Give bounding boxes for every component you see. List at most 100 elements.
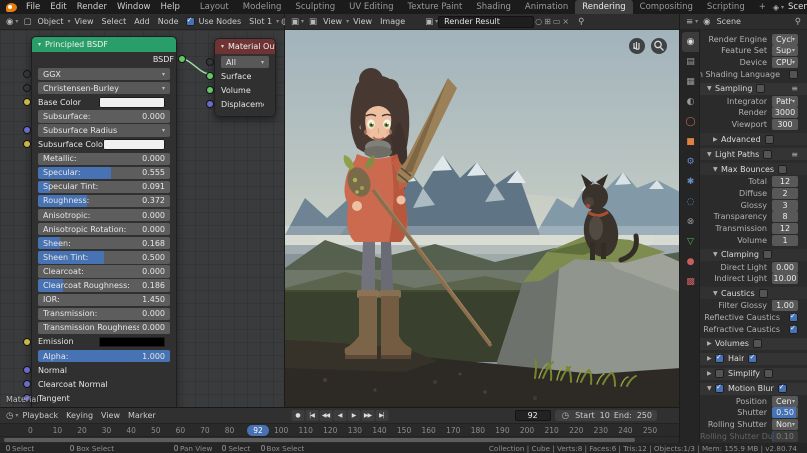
- property-value[interactable]: 0.00 ▾: [772, 262, 798, 273]
- tab-scene[interactable]: ◐: [682, 92, 699, 112]
- frame-start-field[interactable]: Start 10: [575, 411, 610, 420]
- tab-render[interactable]: ◉: [682, 32, 699, 52]
- tab-world[interactable]: ◯: [682, 112, 699, 132]
- property-row[interactable]: Reflective Caustics ▾: [700, 312, 807, 323]
- property-checkbox[interactable]: [778, 384, 787, 393]
- render-result-view[interactable]: [285, 30, 680, 407]
- property-row[interactable]: Direct Light 0.00 ▾: [700, 262, 807, 273]
- workspace-tab[interactable]: Shading: [469, 0, 518, 14]
- fake-user-icon[interactable]: ○: [534, 17, 543, 26]
- node-param-row[interactable]: Normal ▾: [38, 364, 170, 376]
- workspace-tab[interactable]: UV Editing: [342, 0, 400, 14]
- property-value[interactable]: 12 ▾: [772, 223, 798, 234]
- color-swatch[interactable]: [99, 97, 165, 108]
- workspace-tab[interactable]: Modeling: [236, 0, 289, 14]
- property-value[interactable]: 2 ▾: [772, 188, 798, 199]
- property-value[interactable]: 3000 ▾: [772, 107, 798, 118]
- property-value[interactable]: 0.10 ▾: [772, 431, 798, 442]
- input-socket[interactable]: [24, 85, 30, 91]
- property-checkbox[interactable]: [756, 84, 765, 93]
- tab-modifiers[interactable]: ⚙: [682, 152, 699, 172]
- property-checkbox[interactable]: [789, 325, 798, 334]
- property-row[interactable]: Viewport 300 ▾: [700, 119, 807, 130]
- workspace-tab[interactable]: Compositing: [633, 0, 700, 14]
- property-checkbox[interactable]: [763, 250, 772, 259]
- property-row[interactable]: Device CPU ▾: [700, 57, 807, 68]
- property-value[interactable]: Cycles ▾: [772, 34, 798, 45]
- property-row[interactable]: ▼ Motion Blur ▾: [700, 383, 807, 395]
- menu-item[interactable]: Playback: [18, 411, 62, 420]
- property-value[interactable]: 10.00 ▾: [772, 273, 798, 284]
- property-row[interactable]: Rolling Shutter Dur... 0.10 ▾: [700, 431, 807, 442]
- collapse-icon[interactable]: ▾: [221, 43, 224, 50]
- tab-constraints[interactable]: ⊗: [682, 212, 699, 232]
- workspace-tab[interactable]: Rendering: [575, 0, 632, 14]
- jump-to-start[interactable]: |◀: [305, 410, 318, 421]
- property-value[interactable]: 8 ▾: [772, 211, 798, 222]
- input-socket[interactable]: [207, 73, 213, 79]
- node-param-row[interactable]: Christensen-Burley ▾: [38, 82, 170, 94]
- property-value[interactable]: 1 ▾: [772, 235, 798, 246]
- color-swatch[interactable]: [103, 139, 165, 150]
- property-value[interactable]: 3 ▾: [772, 200, 798, 211]
- node-param-row[interactable]: Clearcoat Roughness: 0.186 ▾: [38, 279, 170, 291]
- menu-item[interactable]: View: [71, 17, 98, 26]
- property-row[interactable]: ▶ Simplify ▾: [700, 368, 807, 380]
- node-param-row[interactable]: All ▾: [221, 56, 269, 68]
- menu-item[interactable]: View: [349, 17, 376, 26]
- menu-item[interactable]: Keying: [62, 411, 97, 420]
- property-row[interactable]: Integrator Path Tracing ▾: [700, 96, 807, 107]
- property-row[interactable]: Refractive Caustics ▾: [700, 324, 807, 335]
- shader-type-dropdown[interactable]: Object: [33, 17, 67, 26]
- property-row[interactable]: Volume 1 ▾: [700, 235, 807, 246]
- tab-output[interactable]: ▤: [682, 52, 699, 72]
- use-nodes-checkbox[interactable]: [186, 17, 195, 26]
- disclosure-triangle-icon[interactable]: ▼: [707, 151, 715, 158]
- disclosure-triangle-icon[interactable]: ▶: [707, 340, 715, 347]
- menu-item[interactable]: Render: [72, 0, 112, 14]
- jump-to-end[interactable]: ▶|: [375, 410, 388, 421]
- property-checkbox[interactable]: [753, 339, 762, 348]
- node-param-row[interactable]: Displacement ▾: [221, 98, 269, 110]
- property-row[interactable]: Transparency 8 ▾: [700, 211, 807, 222]
- tab-texture[interactable]: ▩: [682, 272, 699, 292]
- property-value[interactable]: 12 ▾: [772, 176, 798, 187]
- menu-item[interactable]: View: [97, 411, 124, 420]
- property-checkbox[interactable]: [765, 135, 774, 144]
- property-row[interactable]: Open Shading Language ▾: [700, 69, 807, 80]
- property-checkbox[interactable]: [748, 354, 757, 363]
- input-socket[interactable]: [24, 339, 30, 345]
- menu-item[interactable]: Marker: [124, 411, 160, 420]
- node-param-row[interactable]: Clearcoat Normal ▾: [38, 378, 170, 390]
- section-checkbox[interactable]: [715, 354, 724, 363]
- scrollbar-thumb[interactable]: [4, 438, 635, 442]
- workspace-tab[interactable]: Animation: [518, 0, 575, 14]
- property-row[interactable]: ▼ Light Paths ▾ ≡: [700, 148, 807, 160]
- pin-icon[interactable]: ⚲: [576, 17, 586, 27]
- tab-view-layer[interactable]: ▦: [682, 72, 699, 92]
- disclosure-triangle-icon[interactable]: ▼: [707, 85, 715, 92]
- node-param-row[interactable]: GGX ▾: [38, 68, 170, 80]
- blender-logo-icon[interactable]: [6, 3, 17, 12]
- workspace-tab[interactable]: +: [752, 0, 773, 14]
- property-row[interactable]: Transmission 12 ▾: [700, 223, 807, 234]
- input-socket[interactable]: [207, 87, 213, 93]
- input-socket[interactable]: [24, 141, 30, 147]
- property-row[interactable]: Indirect Light 10.00 ▾: [700, 273, 807, 284]
- node-param-row[interactable]: Subsurface Radius ▾: [38, 124, 170, 136]
- pin-icon[interactable]: ⚲: [793, 17, 803, 27]
- workspace-tab[interactable]: Scripting: [700, 0, 752, 14]
- property-checkbox[interactable]: [789, 313, 798, 322]
- color-swatch[interactable]: [99, 337, 165, 348]
- material-output-node[interactable]: ▾ Material Output All ▾ Surface: [214, 38, 276, 117]
- property-value[interactable]: CPU ▾: [772, 57, 798, 68]
- presets-menu-icon[interactable]: ≡: [791, 84, 798, 93]
- mode-dropdown[interactable]: View: [319, 17, 346, 26]
- current-frame-field[interactable]: 92: [515, 410, 551, 421]
- property-row[interactable]: Feature Set Supported ▾: [700, 45, 807, 56]
- frame-end-field[interactable]: End: 250: [614, 411, 652, 420]
- node-param-row[interactable]: Surface ▾: [221, 70, 269, 82]
- workspace-tab[interactable]: Texture Paint: [401, 0, 470, 14]
- node-param-row[interactable]: Specular Tint: 0.091 ▾: [38, 181, 170, 193]
- property-row[interactable]: Glossy 3 ▾: [700, 200, 807, 211]
